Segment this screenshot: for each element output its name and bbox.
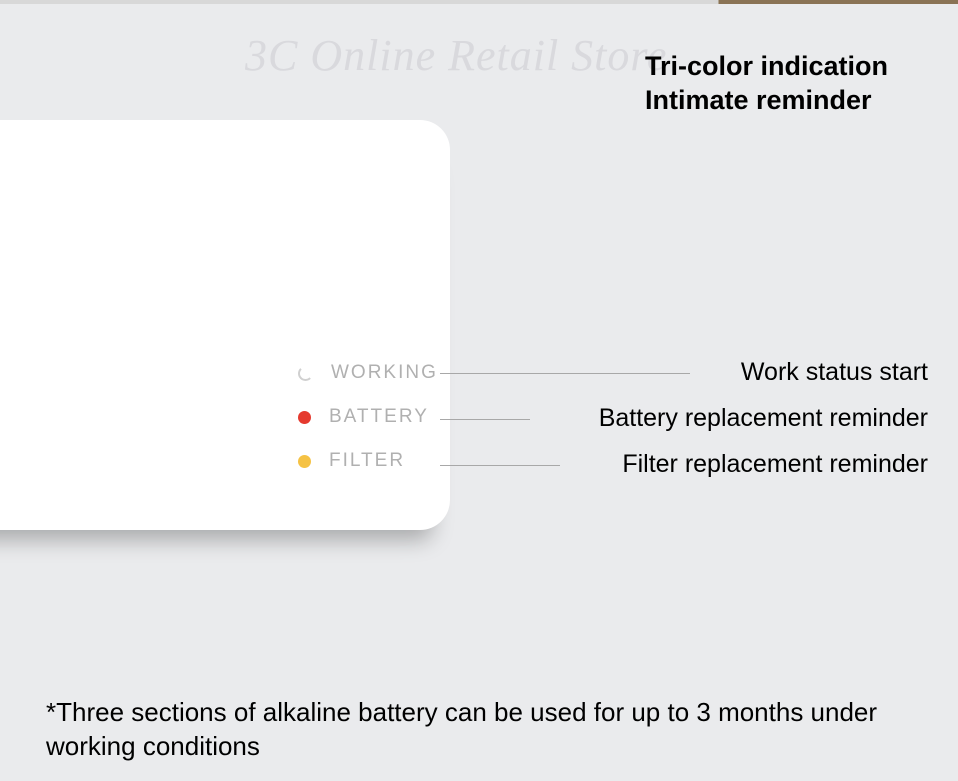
indicator-working-label: WORKING <box>331 362 438 384</box>
callout-filter: Filter replacement reminder <box>622 450 928 479</box>
callout-battery: Battery replacement reminder <box>599 404 928 433</box>
indicator-stack: WORKING BATTERY FILTER <box>298 362 438 472</box>
heading-line-2: Intimate reminder <box>645 84 888 118</box>
leader-line-battery <box>440 419 530 420</box>
indicator-filter-label: FILTER <box>329 450 405 472</box>
indicator-battery-label: BATTERY <box>329 406 429 428</box>
indicator-working: WORKING <box>298 362 438 384</box>
watermark-text: 3C Online Retail Store <box>245 30 667 81</box>
leader-line-working <box>440 373 690 374</box>
leader-line-filter <box>440 465 560 466</box>
top-strip <box>0 0 958 4</box>
indicator-battery: BATTERY <box>298 406 438 428</box>
callout-working: Work status start <box>741 358 928 387</box>
heading-block: Tri-color indication Intimate reminder <box>645 50 888 118</box>
filter-dot-icon <box>298 455 311 468</box>
battery-dot-icon <box>298 411 311 424</box>
footnote-text: *Three sections of alkaline battery can … <box>46 696 912 764</box>
indicator-filter: FILTER <box>298 450 438 472</box>
spinner-icon <box>298 366 313 381</box>
heading-line-1: Tri-color indication <box>645 50 888 84</box>
